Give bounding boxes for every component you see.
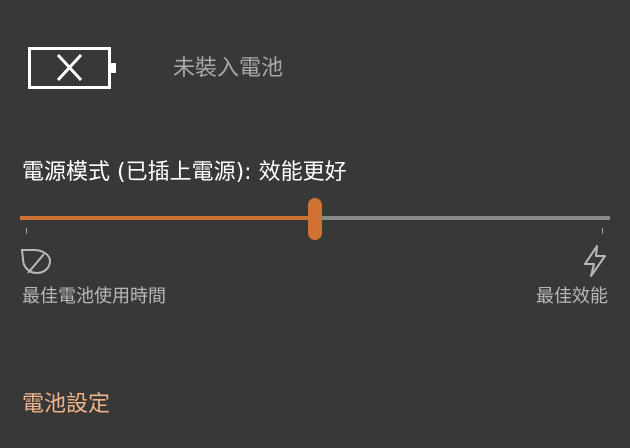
best-performance-label: 最佳效能 — [536, 286, 608, 307]
battery-status-text: 未裝入電池 — [173, 56, 284, 81]
leaf-icon — [20, 249, 52, 275]
slider-tick-right — [602, 228, 603, 234]
slider-thumb[interactable] — [308, 198, 322, 240]
best-battery-life-label: 最佳電池使用時間 — [22, 286, 166, 307]
lightning-bolt-icon — [584, 245, 606, 277]
battery-settings-link[interactable]: 電池設定 — [22, 386, 110, 418]
battery-missing-icon — [28, 47, 116, 89]
slider-tick-left — [26, 228, 27, 234]
power-mode-slider[interactable] — [20, 198, 610, 240]
battery-status-row: 未裝入電池 — [28, 44, 628, 90]
battery-flyout: 未裝入電池 電源模式 (已插上電源): 效能更好 最佳電池使用時間 最佳效能 電… — [0, 0, 630, 448]
power-mode-label: 電源模式 (已插上電源): 效能更好 — [22, 160, 347, 185]
slider-track-fill — [20, 216, 315, 220]
